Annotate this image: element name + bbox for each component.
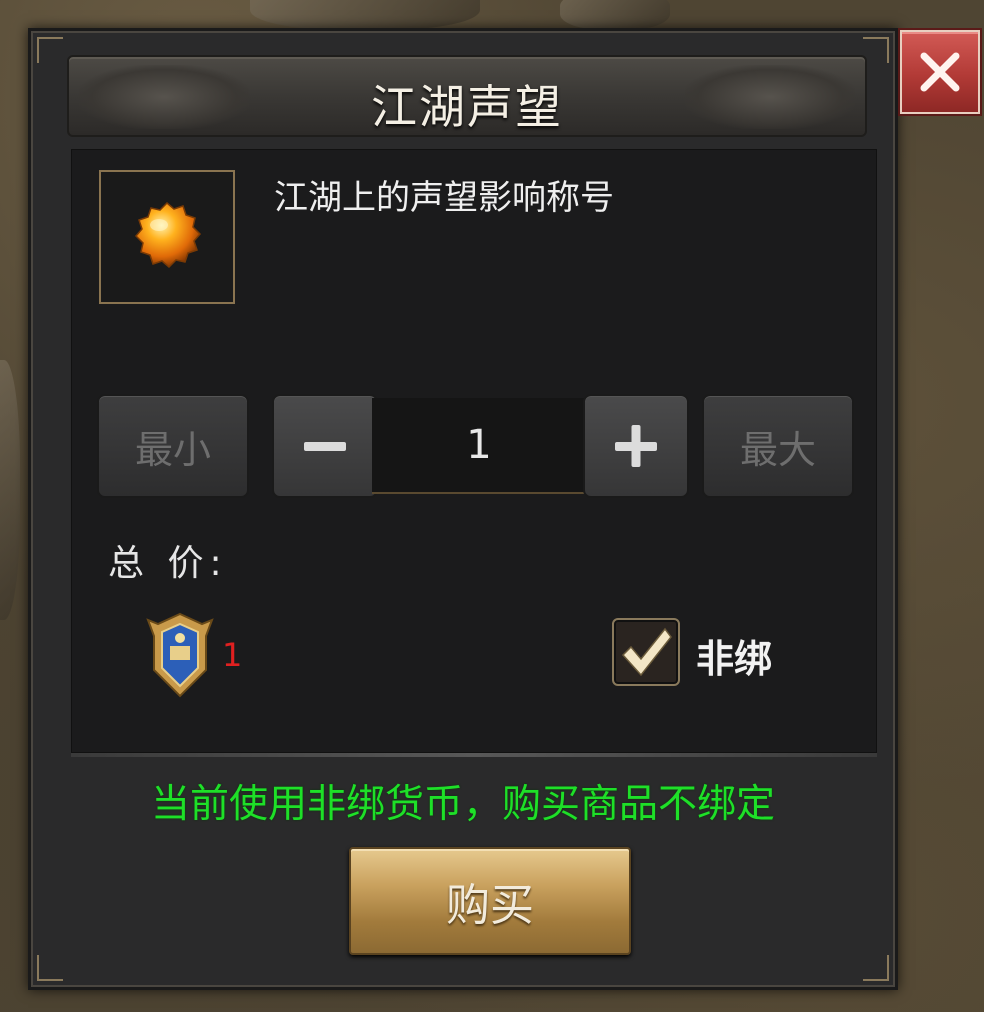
- background-rock: [0, 360, 20, 620]
- increase-button[interactable]: [583, 394, 689, 498]
- close-button[interactable]: [900, 30, 980, 114]
- frame-corner: [863, 955, 889, 981]
- close-icon: [920, 52, 960, 92]
- orange-gem-icon: [134, 201, 202, 269]
- frame-corner: [37, 37, 63, 63]
- total-price-value: 1: [222, 636, 243, 674]
- currency-notice: 当前使用非绑货币，购买商品不绑定: [150, 782, 775, 827]
- non-bound-checkbox[interactable]: [612, 618, 680, 686]
- content-panel: 江湖上的声望影响称号 最小 1 最大 总 价: 1 非绑: [71, 149, 877, 753]
- background-rock: [560, 0, 670, 30]
- shield-emblem-icon: [146, 612, 214, 698]
- min-quantity-button[interactable]: 最小: [97, 394, 249, 498]
- buy-button[interactable]: 购买: [349, 847, 631, 955]
- plus-icon: [615, 425, 657, 467]
- title-bar: 江湖声望: [67, 55, 867, 137]
- decrease-button[interactable]: [272, 394, 378, 498]
- dialog-title: 江湖声望: [371, 80, 563, 134]
- checkmark-icon: [621, 627, 672, 677]
- minus-icon: [304, 442, 346, 451]
- background-rock: [250, 0, 480, 30]
- frame-corner: [37, 955, 63, 981]
- non-bound-label: 非绑: [696, 637, 773, 681]
- total-price-label: 总 价:: [108, 543, 228, 584]
- item-description: 江湖上的声望影响称号: [274, 178, 614, 218]
- divider: [71, 753, 877, 757]
- quantity-input[interactable]: 1: [372, 398, 586, 494]
- max-quantity-button[interactable]: 最大: [702, 394, 854, 498]
- item-slot[interactable]: [99, 170, 235, 304]
- reputation-purchase-dialog: 江湖声望 江湖上的声望影响称号 最小 1 最大 总 价: 1 非绑 当前使用非绑…: [28, 28, 898, 990]
